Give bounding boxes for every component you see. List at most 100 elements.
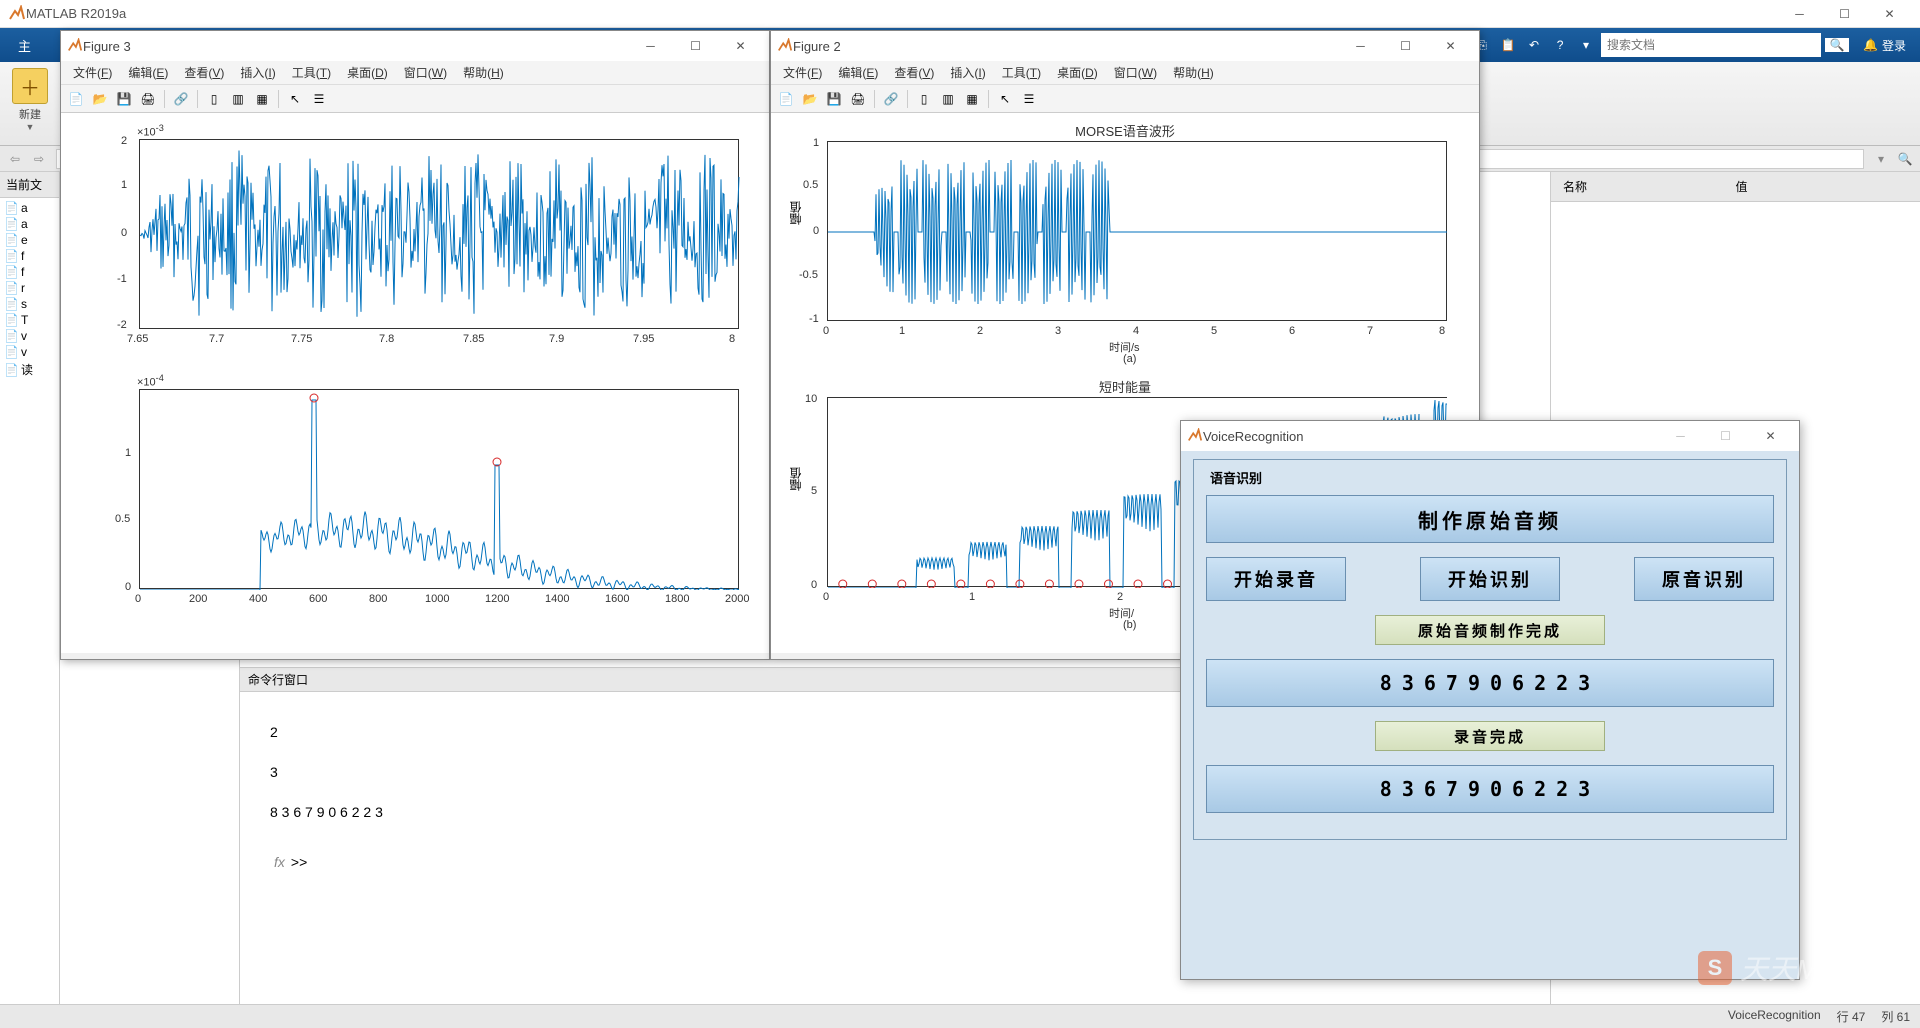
menu-item[interactable]: 桌面(D)	[1049, 62, 1106, 83]
file-item[interactable]: 📄f	[2, 248, 57, 264]
fig2-minimize-button[interactable]: ─	[1338, 32, 1383, 60]
new-button[interactable]: ＋	[12, 68, 48, 104]
save-icon[interactable]: 💾	[823, 88, 845, 110]
figure-3-title: Figure 3	[83, 39, 628, 54]
ribbon-tab-home[interactable]: 主	[4, 30, 45, 61]
save-icon[interactable]: 💾	[113, 88, 135, 110]
layout2-icon[interactable]: ▥	[937, 88, 959, 110]
vr-orig-recognize-button[interactable]: 原音识别	[1634, 557, 1774, 601]
menu-item[interactable]: 插入(I)	[942, 62, 993, 83]
fig2-close-button[interactable]: ✕	[1428, 32, 1473, 60]
path-dropdown-icon[interactable]: ▾	[1870, 149, 1892, 169]
layout2-icon[interactable]: ▥	[227, 88, 249, 110]
figure-2-toolbar: 📄 📂 💾 🖨 🔗 ▯ ▥ ▦ ↖ ☰	[771, 85, 1479, 113]
menu-item[interactable]: 编辑(E)	[120, 62, 176, 83]
vr-minimize-button[interactable]: ─	[1658, 422, 1703, 450]
status-filename: VoiceRecognition	[1728, 1008, 1821, 1025]
minimize-button[interactable]: ─	[1777, 0, 1822, 28]
file-item[interactable]: 📄v	[2, 344, 57, 360]
file-icon: 📄	[4, 233, 18, 247]
pointer-icon[interactable]: ↖	[994, 88, 1016, 110]
file-item[interactable]: 📄f	[2, 264, 57, 280]
fig3-minimize-button[interactable]: ─	[628, 32, 673, 60]
new-figure-icon[interactable]: 📄	[65, 88, 87, 110]
vr-display-2: 8367906223	[1206, 765, 1774, 813]
login-button[interactable]: 🔔 登录	[1853, 37, 1916, 54]
vr-start-recognize-button[interactable]: 开始识别	[1420, 557, 1560, 601]
inspect-icon[interactable]: ☰	[308, 88, 330, 110]
open-icon[interactable]: 📂	[89, 88, 111, 110]
layout1-icon[interactable]: ▯	[913, 88, 935, 110]
file-item[interactable]: 📄e	[2, 232, 57, 248]
vr-make-audio-button[interactable]: 制作原始音频	[1206, 495, 1774, 543]
cmd-prompt: >>	[291, 842, 307, 882]
pointer-icon[interactable]: ↖	[284, 88, 306, 110]
menu-item[interactable]: 工具(T)	[284, 62, 339, 83]
file-item[interactable]: 📄r	[2, 280, 57, 296]
fig2-maximize-button[interactable]: ☐	[1383, 32, 1428, 60]
voice-recognition-window[interactable]: VoiceRecognition ─ ☐ ✕ 语音识别 制作原始音频 开始录音 …	[1180, 420, 1800, 980]
menu-item[interactable]: 文件(F)	[775, 62, 830, 83]
file-icon: 📄	[4, 329, 18, 343]
dropdown-icon[interactable]: ▾	[1575, 34, 1597, 56]
maximize-button[interactable]: ☐	[1822, 0, 1867, 28]
menu-item[interactable]: 工具(T)	[994, 62, 1049, 83]
fig3-top-axes[interactable]	[139, 139, 739, 329]
search-input[interactable]	[1601, 33, 1821, 57]
file-icon: 📄	[4, 345, 18, 359]
link-icon[interactable]: 🔗	[170, 88, 192, 110]
file-item[interactable]: 📄T	[2, 312, 57, 328]
link-icon[interactable]: 🔗	[880, 88, 902, 110]
file-item[interactable]: 📄a	[2, 216, 57, 232]
matlab-logo-icon	[777, 38, 793, 54]
undo-icon[interactable]: ↶	[1523, 34, 1545, 56]
file-item[interactable]: 📄读	[2, 360, 57, 379]
fig3-maximize-button[interactable]: ☐	[673, 32, 718, 60]
search-go-icon[interactable]: 🔍	[1825, 38, 1849, 52]
layout3-icon[interactable]: ▦	[961, 88, 983, 110]
layout3-icon[interactable]: ▦	[251, 88, 273, 110]
help-icon[interactable]: ?	[1549, 34, 1571, 56]
new-figure-icon[interactable]: 📄	[775, 88, 797, 110]
figure-3-window[interactable]: Figure 3 ─ ☐ ✕ 文件(F)编辑(E)查看(V)插入(I)工具(T)…	[60, 30, 770, 660]
close-button[interactable]: ✕	[1867, 0, 1912, 28]
file-item[interactable]: 📄v	[2, 328, 57, 344]
menu-item[interactable]: 帮助(H)	[1165, 62, 1222, 83]
print-icon[interactable]: 🖨	[847, 88, 869, 110]
nav-back-icon[interactable]: ⇦	[4, 149, 26, 169]
open-icon[interactable]: 📂	[799, 88, 821, 110]
menu-item[interactable]: 桌面(D)	[339, 62, 396, 83]
menu-item[interactable]: 窗口(W)	[396, 62, 455, 83]
layout1-icon[interactable]: ▯	[203, 88, 225, 110]
menu-item[interactable]: 插入(I)	[232, 62, 283, 83]
nav-forward-icon[interactable]: ⇨	[28, 149, 50, 169]
paste-icon[interactable]: 📋	[1497, 34, 1519, 56]
figure-2-titlebar[interactable]: Figure 2 ─ ☐ ✕	[771, 31, 1479, 61]
file-item[interactable]: 📄a	[2, 200, 57, 216]
vr-maximize-button[interactable]: ☐	[1703, 422, 1748, 450]
menu-item[interactable]: 查看(V)	[176, 62, 232, 83]
figure-2-title: Figure 2	[793, 39, 1338, 54]
search-icon[interactable]: 🔍	[1894, 149, 1916, 169]
fig2-bot-sublabel: (b)	[1123, 619, 1136, 631]
menu-item[interactable]: 编辑(E)	[830, 62, 886, 83]
file-item[interactable]: 📄s	[2, 296, 57, 312]
vr-start-record-button[interactable]: 开始录音	[1206, 557, 1346, 601]
fig2-top-axes[interactable]	[827, 141, 1447, 321]
vr-close-button[interactable]: ✕	[1748, 422, 1793, 450]
watermark: S 天天Matlab	[1698, 948, 1880, 988]
new-dropdown-icon[interactable]: ▼	[26, 122, 35, 132]
menu-item[interactable]: 窗口(W)	[1106, 62, 1165, 83]
fig3-close-button[interactable]: ✕	[718, 32, 763, 60]
new-label: 新建	[19, 106, 41, 122]
menu-item[interactable]: 查看(V)	[886, 62, 942, 83]
menu-item[interactable]: 帮助(H)	[455, 62, 512, 83]
fig3-bot-axes[interactable]	[139, 389, 739, 589]
figure-3-toolbar: 📄 📂 💾 🖨 🔗 ▯ ▥ ▦ ↖ ☰	[61, 85, 769, 113]
fx-icon[interactable]: fx	[274, 842, 285, 882]
menu-item[interactable]: 文件(F)	[65, 62, 120, 83]
figure-3-titlebar[interactable]: Figure 3 ─ ☐ ✕	[61, 31, 769, 61]
print-icon[interactable]: 🖨	[137, 88, 159, 110]
inspect-icon[interactable]: ☰	[1018, 88, 1040, 110]
vr-titlebar[interactable]: VoiceRecognition ─ ☐ ✕	[1181, 421, 1799, 451]
